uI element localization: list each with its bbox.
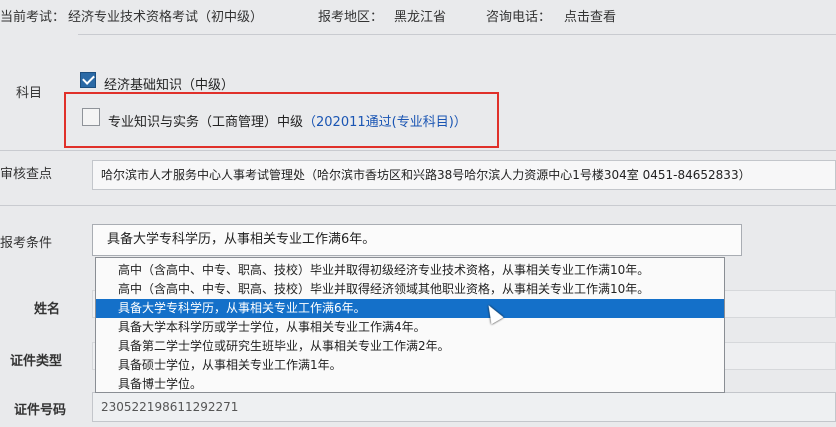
review-divider	[0, 205, 836, 206]
annotation-box	[64, 92, 499, 148]
region-value: 黑龙江省	[394, 10, 447, 25]
subject-label-1: 经济基础知识（中级）	[104, 78, 235, 93]
subject-checkbox-1[interactable]	[80, 72, 96, 88]
condition-option-3[interactable]: 具备大学专科学历，从事相关专业工作满6年。	[96, 299, 724, 318]
condition-option-4[interactable]: 具备大学本科学历或学士学位，从事相关专业工作满4年。	[96, 318, 724, 337]
condition-select[interactable]: 具备大学专科学历，从事相关专业工作满6年。	[92, 224, 742, 256]
exam-value: 经济专业技术资格考试（初中级）	[68, 10, 264, 25]
id-type-label: 证件类型	[10, 354, 63, 369]
header-divider	[78, 34, 836, 35]
region-label: 报考地区：	[318, 10, 384, 25]
review-point-field: 哈尔滨市人才服务中心人事考试管理处（哈尔滨市香坊区和兴路38号哈尔滨人力资源中心…	[92, 160, 836, 190]
subjects-label: 科目	[16, 86, 43, 101]
exam-label: 当前考试：	[0, 10, 66, 25]
phone-label: 咨询电话：	[486, 10, 552, 25]
condition-dropdown: 高中（含高中、中专、职高、技校）毕业并取得初级经济专业技术资格，从事相关专业工作…	[95, 257, 725, 393]
condition-option-6[interactable]: 具备硕士学位，从事相关专业工作满1年。	[96, 356, 724, 375]
subjects-divider	[0, 150, 836, 151]
condition-option-7[interactable]: 具备博士学位。	[96, 375, 724, 394]
condition-label: 报考条件	[0, 236, 53, 251]
name-label: 姓名	[34, 302, 61, 317]
exam-info-bar: 当前考试： 经济专业技术资格考试（初中级） 报考地区： 黑龙江省 咨询电话： 点…	[0, 0, 836, 34]
id-number-label: 证件号码	[14, 403, 67, 418]
review-point-label: 审核查点	[0, 167, 53, 182]
condition-option-2[interactable]: 高中（含高中、中专、职高、技校）毕业并取得经济领域其他职业资格，从事相关专业工作…	[96, 280, 724, 299]
condition-option-1[interactable]: 高中（含高中、中专、职高、技校）毕业并取得初级经济专业技术资格，从事相关专业工作…	[96, 261, 724, 280]
id-number-input[interactable]: 230522198611292271	[92, 392, 836, 422]
condition-option-5[interactable]: 具备第二学士学位或研究生班毕业，从事相关专业工作满2年。	[96, 337, 724, 356]
phone-link[interactable]: 点击查看	[564, 6, 616, 25]
